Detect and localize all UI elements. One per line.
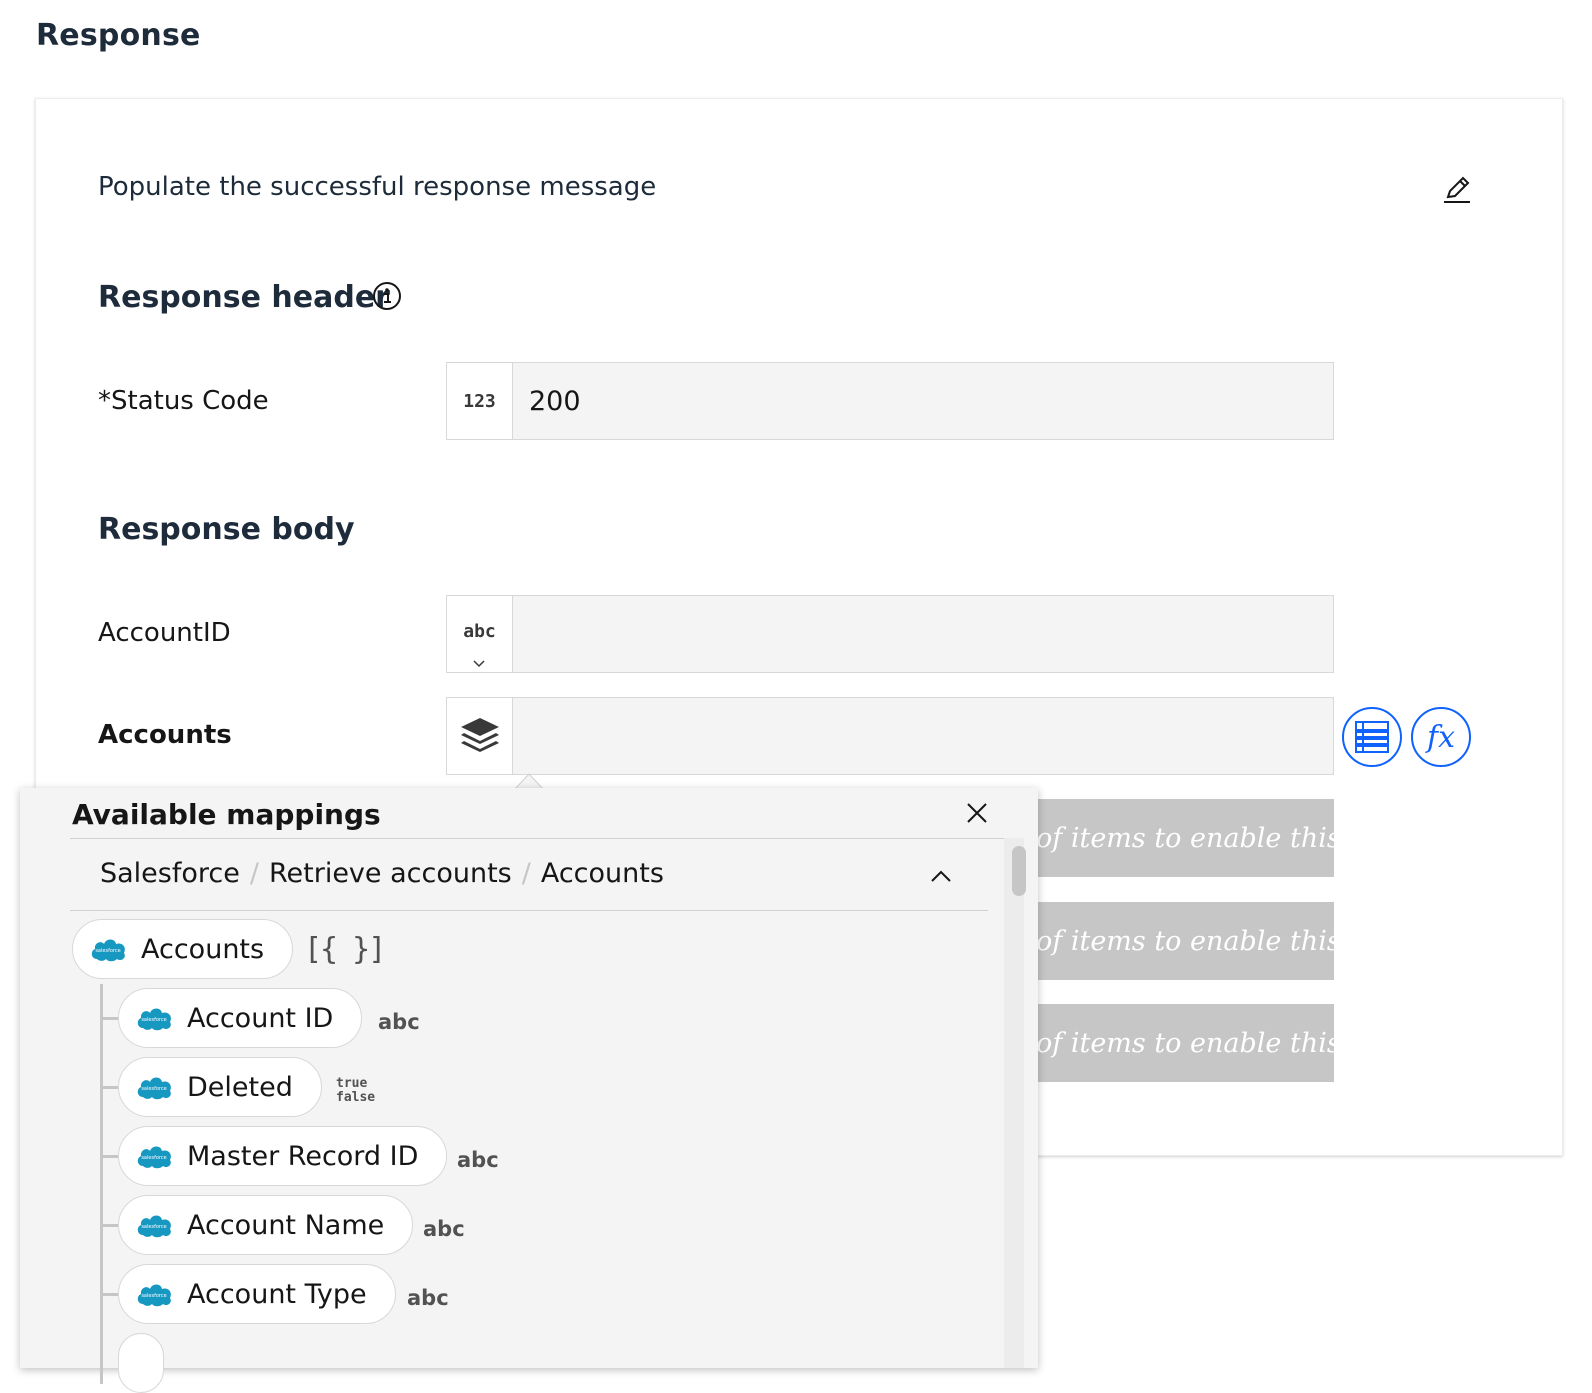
svg-text:salesforce: salesforce (141, 1155, 166, 1161)
close-icon[interactable] (964, 800, 990, 826)
response-header-title: Response header (98, 280, 390, 315)
function-button[interactable]: fx (1411, 707, 1471, 767)
scrollbar-track[interactable] (1004, 838, 1024, 1368)
disabled-field-1: of items to enable this fi (1036, 799, 1334, 877)
account-id-field[interactable]: abc (446, 595, 1334, 673)
svg-text:salesforce: salesforce (141, 1086, 166, 1092)
mapping-chip-partial[interactable] (118, 1333, 164, 1393)
accounts-input[interactable] (513, 698, 1333, 774)
popover-title: Available mappings (72, 798, 381, 831)
divider (70, 910, 988, 911)
status-code-label: *Status Code (98, 386, 269, 416)
account-id-label: AccountID (98, 618, 231, 648)
salesforce-icon: salesforce (137, 1077, 171, 1100)
edit-icon[interactable] (1440, 172, 1474, 206)
info-icon[interactable] (372, 281, 402, 311)
svg-text:salesforce: salesforce (95, 948, 120, 954)
scrollbar-thumb[interactable] (1012, 846, 1026, 896)
disabled-field-2: of items to enable this fi (1036, 902, 1334, 980)
accounts-field[interactable] (446, 697, 1334, 775)
available-mappings-popover: Available mappings Salesforce / Retrieve… (20, 788, 1038, 1393)
type-tag-string: abc (378, 1010, 420, 1034)
status-code-type: 123 (447, 363, 513, 439)
svg-text:salesforce: salesforce (141, 1293, 166, 1299)
chevron-down-icon (473, 660, 485, 668)
list-icon (1355, 721, 1389, 753)
status-code-field[interactable]: 123 200 (446, 362, 1334, 440)
popover-caret (514, 773, 544, 790)
chevron-up-icon[interactable] (928, 864, 954, 890)
salesforce-icon: salesforce (137, 1146, 171, 1169)
account-id-input[interactable] (513, 596, 1333, 672)
status-code-input[interactable]: 200 (513, 363, 1333, 439)
mapping-chip-account-id[interactable]: salesforce Account ID (118, 988, 363, 1048)
fx-icon: fx (1426, 719, 1456, 755)
page-title: Response (36, 18, 201, 53)
mapping-chip-account-name[interactable]: salesforce Account Name (118, 1195, 414, 1255)
list-mapping-button[interactable] (1342, 707, 1402, 767)
svg-text:salesforce: salesforce (141, 1017, 166, 1023)
type-tag-string: abc (457, 1148, 499, 1172)
account-id-type-selector[interactable]: abc (447, 596, 513, 672)
mapping-chip-accounts[interactable]: salesforce Accounts (72, 919, 294, 979)
breadcrumb-item-retrieve-accounts[interactable]: Retrieve accounts (269, 858, 512, 889)
type-tag-string: abc (423, 1217, 465, 1241)
type-tag-string: abc (407, 1286, 449, 1310)
response-description: Populate the successful response message (98, 172, 657, 202)
salesforce-icon: salesforce (137, 1008, 171, 1031)
salesforce-icon: salesforce (91, 939, 125, 962)
accounts-type (447, 698, 513, 774)
mapping-chip-account-type[interactable]: salesforce Account Type (118, 1264, 396, 1324)
array-type-tag: [{ }] (304, 932, 386, 967)
divider (70, 838, 1008, 839)
salesforce-icon: salesforce (137, 1284, 171, 1307)
layers-icon (460, 718, 499, 752)
tree-connector (100, 984, 103, 1384)
salesforce-icon: salesforce (137, 1215, 171, 1238)
breadcrumb: Salesforce / Retrieve accounts / Account… (100, 858, 664, 889)
breadcrumb-item-salesforce[interactable]: Salesforce (100, 858, 240, 889)
mapping-chip-master-record-id[interactable]: salesforce Master Record ID (118, 1126, 448, 1186)
accounts-label: Accounts (98, 720, 232, 750)
type-tag-boolean: true false (336, 1076, 376, 1105)
breadcrumb-item-accounts[interactable]: Accounts (541, 858, 664, 889)
mapping-chip-deleted[interactable]: salesforce Deleted (118, 1057, 322, 1117)
svg-text:salesforce: salesforce (141, 1224, 166, 1230)
response-body-title: Response body (98, 512, 355, 547)
disabled-field-3: of items to enable this fi (1036, 1004, 1334, 1082)
